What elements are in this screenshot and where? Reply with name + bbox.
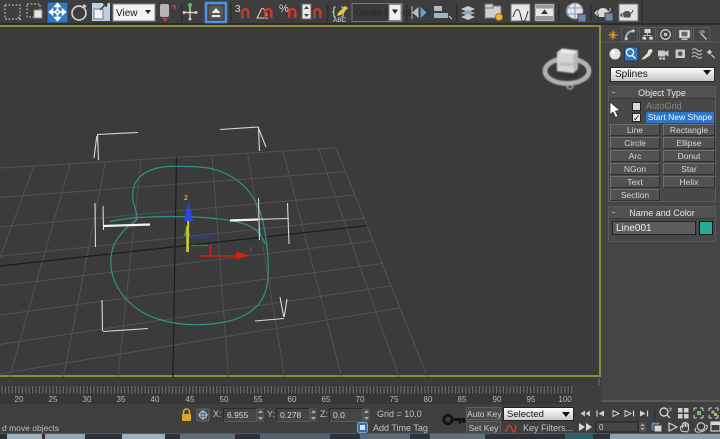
svg-text:70: 70 [356, 395, 365, 404]
svg-text:View: View [116, 8, 138, 19]
svg-text:90: 90 [493, 395, 502, 404]
svg-text:20: 20 [15, 395, 24, 404]
svg-text:55: 55 [254, 395, 263, 404]
svg-text:100: 100 [558, 395, 572, 404]
svg-text:80: 80 [424, 395, 433, 404]
svg-text:ABC: ABC [333, 17, 347, 24]
svg-text:50: 50 [220, 395, 229, 404]
svg-text:40: 40 [151, 395, 160, 404]
svg-text:3: 3 [235, 4, 241, 15]
svg-text:FRONT: FRONT [559, 62, 575, 67]
svg-text:x: x [249, 246, 253, 253]
svg-text:60: 60 [288, 395, 297, 404]
svg-text:{: { [332, 4, 336, 18]
svg-text:45: 45 [186, 395, 195, 404]
svg-text:0: 0 [599, 423, 604, 432]
svg-text:35: 35 [117, 395, 126, 404]
svg-text:75: 75 [390, 395, 399, 404]
svg-text:30: 30 [83, 395, 92, 404]
svg-text:25: 25 [49, 395, 58, 404]
svg-text:95: 95 [527, 395, 536, 404]
svg-text:65: 65 [322, 395, 331, 404]
svg-text:%: % [279, 3, 289, 15]
svg-text:85: 85 [458, 395, 467, 404]
svg-text:z: z [184, 193, 188, 202]
svg-text:±: ± [669, 407, 673, 413]
